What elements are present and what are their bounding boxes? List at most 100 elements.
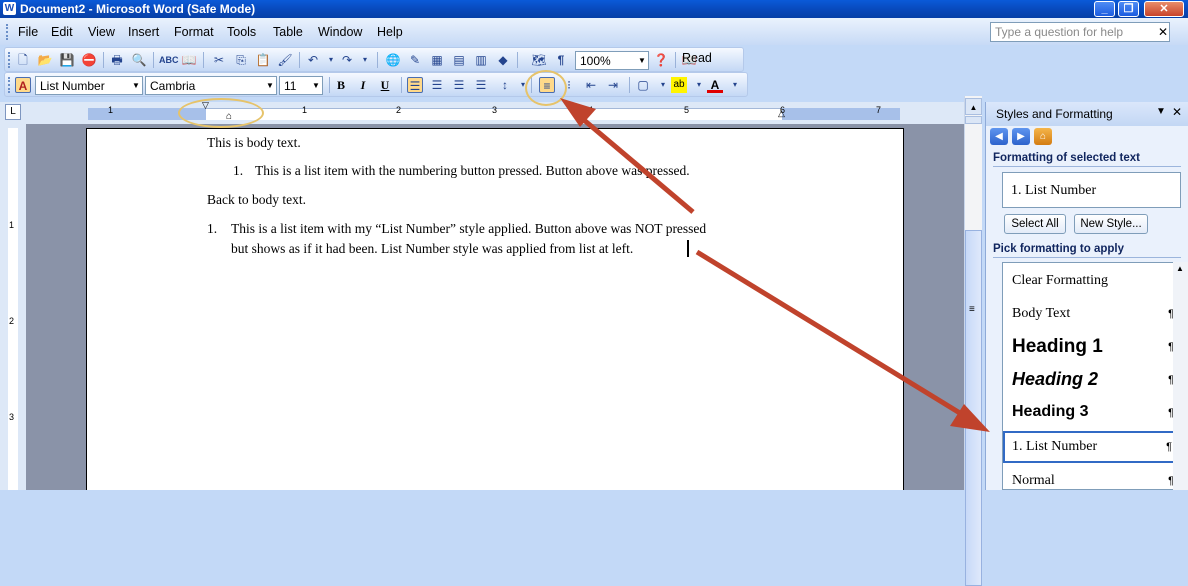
close-button[interactable]: ✕ xyxy=(1144,1,1184,17)
align-center-icon[interactable]: ☰ xyxy=(429,77,445,93)
scroll-thumb[interactable] xyxy=(965,230,982,586)
align-right-icon[interactable]: ☰ xyxy=(451,77,467,93)
print-icon[interactable]: 🖶 xyxy=(109,52,125,68)
pane-close-icon[interactable]: ✕ xyxy=(1172,105,1182,119)
home-icon[interactable]: ⌂ xyxy=(1034,128,1052,145)
chevron-down-icon[interactable]: ▼ xyxy=(130,77,142,94)
format-painter-icon[interactable]: 🖌 xyxy=(277,52,293,68)
body-text-line[interactable]: This is body text. xyxy=(207,135,301,151)
italic-button[interactable]: I xyxy=(355,77,371,93)
style-item-heading-1[interactable]: Heading 1 ¶ xyxy=(1003,331,1180,363)
style-list[interactable]: Clear Formatting Body Text ¶ Heading 1 ¶ H… xyxy=(1002,262,1181,490)
word-app-icon[interactable]: W xyxy=(3,2,16,15)
read-button[interactable]: Read xyxy=(682,51,712,65)
back-icon[interactable]: ◀ xyxy=(990,128,1008,145)
menu-window[interactable]: Window xyxy=(318,25,362,39)
save-icon[interactable]: 💾 xyxy=(59,52,75,68)
vertical-scrollbar[interactable]: ▲ ≡ xyxy=(964,96,982,586)
list-item-text[interactable]: but shows as if it had been. List Number… xyxy=(231,241,633,257)
border-dropdown-icon[interactable]: ▾ xyxy=(655,77,671,93)
help-icon[interactable]: ❓ xyxy=(653,52,669,68)
decrease-indent-icon[interactable]: ⇤ xyxy=(583,77,599,93)
style-item-body-text[interactable]: Body Text ¶ xyxy=(1003,298,1180,330)
increase-indent-icon[interactable]: ⇥ xyxy=(605,77,621,93)
minimize-button[interactable]: _ xyxy=(1094,1,1115,17)
toolbar-grip[interactable] xyxy=(8,77,11,93)
list-item-text[interactable]: This is a list item with the numbering b… xyxy=(255,163,690,179)
spelling-icon[interactable]: ABC xyxy=(159,52,179,68)
open-icon[interactable]: 📂 xyxy=(37,52,53,68)
columns-icon[interactable]: ▥ xyxy=(473,52,489,68)
style-item-normal[interactable]: Normal ¶ xyxy=(1003,465,1180,489)
menu-table[interactable]: Table xyxy=(273,25,303,39)
menu-edit[interactable]: Edit xyxy=(51,25,73,39)
insert-excel-icon[interactable]: ▤ xyxy=(451,52,467,68)
toolbar-grip[interactable] xyxy=(8,52,11,68)
font-select[interactable]: Cambria ▼ xyxy=(145,76,277,95)
cut-icon[interactable]: ✂ xyxy=(211,52,227,68)
menu-file[interactable]: File xyxy=(18,25,38,39)
print-preview-icon[interactable]: 🔍 xyxy=(131,52,147,68)
align-left-icon[interactable]: ☰ xyxy=(407,77,423,93)
menu-grip[interactable] xyxy=(6,24,9,40)
underline-button[interactable]: U xyxy=(377,77,393,93)
pane-title: Styles and Formatting xyxy=(996,107,1113,121)
undo-dropdown-icon[interactable]: ▾ xyxy=(323,52,339,68)
style-item-clear-formatting[interactable]: Clear Formatting xyxy=(1003,265,1180,297)
copy-icon[interactable]: ⎘ xyxy=(233,52,249,68)
tables-borders-icon[interactable]: ✎ xyxy=(407,52,423,68)
highlight-icon[interactable]: ab xyxy=(671,77,687,93)
line-spacing-icon[interactable]: ↕ xyxy=(497,77,513,93)
style-item-heading-3[interactable]: Heading 3 ¶ xyxy=(1003,397,1180,429)
style-list-scrollbar[interactable]: ▲ xyxy=(1173,262,1188,490)
maximize-button[interactable]: ❐ xyxy=(1118,1,1139,17)
redo-icon[interactable]: ↷ xyxy=(339,52,355,68)
font-color-dropdown-icon[interactable]: ▾ xyxy=(727,77,743,93)
new-document-icon[interactable]: 🗋 xyxy=(15,52,31,68)
chevron-down-icon[interactable]: ▼ xyxy=(636,52,648,69)
bold-button[interactable]: B xyxy=(333,77,349,93)
scroll-up-icon[interactable]: ▲ xyxy=(1176,264,1184,273)
highlight-dropdown-icon[interactable]: ▾ xyxy=(691,77,707,93)
redo-dropdown-icon[interactable]: ▾ xyxy=(357,52,373,68)
chevron-down-icon[interactable]: ▼ xyxy=(264,77,276,94)
new-style-button[interactable]: New Style... xyxy=(1074,214,1148,234)
pane-menu-dropdown-icon[interactable]: ▼ xyxy=(1156,106,1166,117)
zoom-select[interactable]: 100% ▼ xyxy=(575,51,649,70)
scroll-up-icon[interactable]: ▲ xyxy=(965,98,982,115)
show-hide-icon[interactable]: ¶ xyxy=(553,52,569,68)
selected-formatting-box[interactable]: 1. List Number xyxy=(1002,172,1181,208)
menu-help[interactable]: Help xyxy=(377,25,403,39)
research-icon[interactable]: 📖 xyxy=(181,52,197,68)
style-item-heading-2[interactable]: Heading 2 ¶ xyxy=(1003,364,1180,396)
chevron-down-icon[interactable]: ▼ xyxy=(310,77,322,94)
font-size-select[interactable]: 11 ▼ xyxy=(279,76,323,95)
document-page[interactable]: This is body text. 1. This is a list ite… xyxy=(86,128,904,490)
permission-icon[interactable]: ⛔ xyxy=(81,52,97,68)
style-item-list-number[interactable]: 1. List Number ¶ xyxy=(1003,431,1180,463)
list-item-text[interactable]: This is a list item with my “List Number… xyxy=(231,221,706,237)
tab-selector-button[interactable]: L xyxy=(5,104,21,120)
drawing-icon[interactable]: ◆ xyxy=(495,52,511,68)
forward-icon[interactable]: ▶ xyxy=(1012,128,1030,145)
menu-view[interactable]: View xyxy=(88,25,115,39)
styles-formatting-icon[interactable]: A xyxy=(15,77,31,93)
split-handle[interactable] xyxy=(965,116,982,124)
menu-format[interactable]: Format xyxy=(174,25,214,39)
close-document-icon[interactable]: ✕ xyxy=(1158,25,1168,39)
undo-icon[interactable]: ↶ xyxy=(305,52,321,68)
select-all-button[interactable]: Select All xyxy=(1004,214,1066,234)
right-indent-marker[interactable]: △ xyxy=(778,108,785,119)
style-select[interactable]: List Number ▼ xyxy=(35,76,143,95)
body-text-line[interactable]: Back to body text. xyxy=(207,192,306,208)
help-search-input[interactable]: Type a question for help xyxy=(990,22,1170,42)
font-color-icon[interactable]: A xyxy=(707,77,723,93)
hyperlink-icon[interactable]: 🌐 xyxy=(385,52,401,68)
document-map-icon[interactable]: 🗺 xyxy=(531,52,547,68)
insert-table-icon[interactable]: ▦ xyxy=(429,52,445,68)
border-icon[interactable]: ▢ xyxy=(635,77,651,93)
menu-insert[interactable]: Insert xyxy=(128,25,159,39)
justify-icon[interactable]: ☰ xyxy=(473,77,489,93)
paste-icon[interactable]: 📋 xyxy=(255,52,271,68)
menu-tools[interactable]: Tools xyxy=(227,25,256,39)
